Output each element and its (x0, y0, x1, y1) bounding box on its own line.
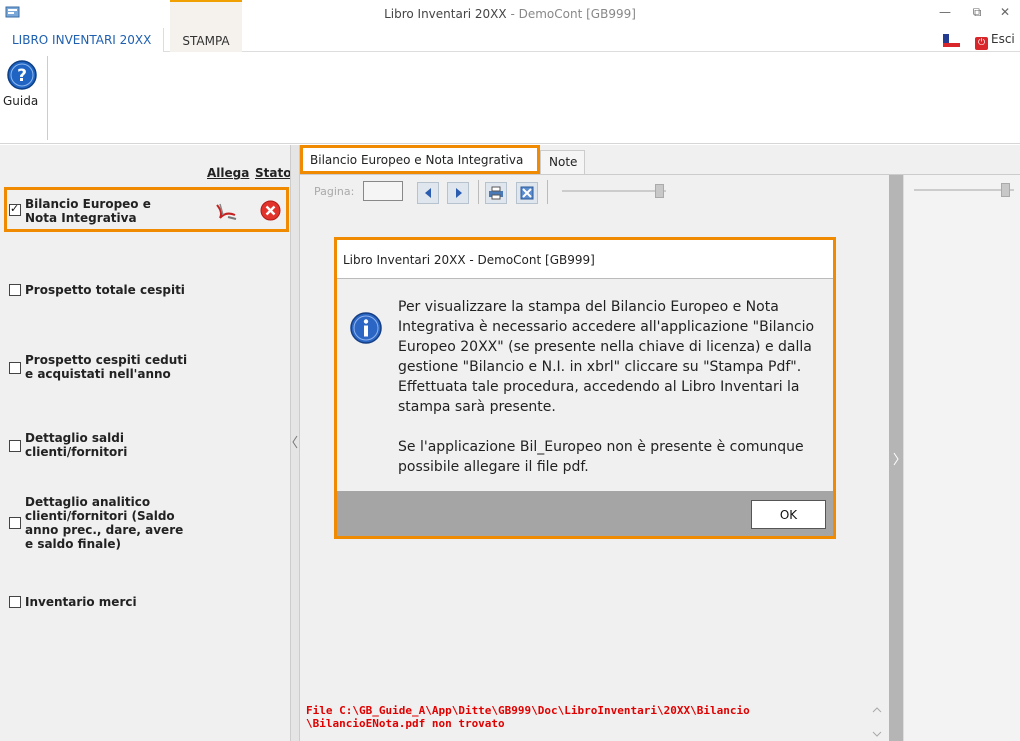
close-icon: ✕ (999, 5, 1011, 19)
error-message: File C:\GB_Guide_A\App\Ditte\GB999\Doc\L… (306, 704, 750, 730)
secondary-viewer (903, 175, 1020, 741)
tab-stampa[interactable]: STAMPA (170, 0, 242, 52)
ribbon-separator (47, 56, 48, 140)
close-button[interactable]: ✕ (990, 2, 1020, 22)
dialog-message: Per visualizzare la stampa del Bilancio … (398, 297, 818, 497)
power-icon: ⏻ (975, 37, 988, 50)
window-title-suffix: - DemoCont [GB999] (506, 7, 636, 21)
error-line: \BilancioENota.pdf non trovato (306, 717, 505, 730)
secondary-slider-track (914, 189, 1014, 191)
prev-page-button[interactable] (417, 182, 439, 204)
scroll-arrows-icon[interactable] (872, 705, 882, 739)
secondary-slider-handle[interactable] (1001, 183, 1010, 197)
page-number-input[interactable] (363, 181, 403, 201)
exit-button[interactable]: ⏻ Esci (975, 32, 1015, 50)
list-item-label: Dettaglio saldi (25, 431, 124, 445)
checkbox-dettaglio-analitico[interactable] (9, 517, 21, 529)
minimize-button[interactable]: — (930, 2, 960, 22)
dialog-body: Per visualizzare la stampa del Bilancio … (337, 279, 833, 491)
list-item-inventario-merci[interactable]: Inventario merci (25, 595, 137, 609)
tab-bilancio-europeo[interactable]: Bilancio Europeo e Nota Integrativa (300, 145, 540, 174)
dialog-message-paragraph: Per visualizzare la stampa del Bilancio … (398, 299, 815, 415)
list-item-label: e acquistati nell'anno (25, 367, 171, 381)
list-item-dettaglio-analitico[interactable]: Dettaglio analitico clienti/fornitori (S… (25, 495, 183, 551)
help-label: Guida (3, 94, 39, 108)
viewer-side-strip (889, 175, 903, 741)
info-icon (350, 312, 382, 344)
document-tabs: Bilancio Europeo e Nota Integrativa Note (300, 145, 1020, 175)
print-icon (489, 186, 503, 200)
ribbon-tabs: LIBRO INVENTARI 20XX STAMPA (0, 0, 1020, 52)
list-item-prospetto-totale[interactable]: Prospetto totale cespiti (25, 283, 185, 297)
checkbox-prospetto-ceduti[interactable] (9, 362, 21, 374)
pdf-attach-icon[interactable] (214, 201, 238, 221)
print-button[interactable] (485, 182, 507, 204)
list-item-label: Nota Integrativa (25, 211, 137, 225)
page-label: Pagina: (314, 185, 355, 198)
window-title: Libro Inventari 20XX - DemoCont [GB999] (0, 7, 1020, 21)
list-item-label: Prospetto totale cespiti (25, 283, 185, 297)
info-dialog: Libro Inventari 20XX - DemoCont [GB999] … (334, 237, 836, 539)
title-bar: Libro Inventari 20XX - DemoCont [GB999] … (0, 0, 1020, 28)
svg-text:?: ? (17, 66, 27, 86)
list-item-dettaglio-saldi[interactable]: Dettaglio saldi clienti/fornitori (25, 431, 127, 459)
next-page-button[interactable] (447, 182, 469, 204)
toolbar-separator (547, 180, 548, 204)
expand-arrow-icon[interactable] (893, 452, 899, 466)
column-header-stato[interactable]: Stato (255, 166, 291, 180)
panel-splitter[interactable] (290, 145, 300, 741)
error-line: File C:\GB_Guide_A\App\Ditte\GB999\Doc\L… (306, 704, 750, 717)
checkbox-prospetto-totale[interactable] (9, 284, 21, 296)
window-title-main: Libro Inventari 20XX (384, 7, 507, 21)
error-status-icon (260, 200, 281, 221)
restore-button[interactable]: ⧉ (962, 2, 992, 22)
checkbox-inventario-merci[interactable] (9, 596, 21, 608)
list-item-label: Prospetto cespiti ceduti (25, 353, 188, 367)
list-item-label: clienti/fornitori (Saldo (25, 509, 175, 523)
minimize-icon: — (939, 5, 951, 19)
flag-icon[interactable] (943, 34, 960, 47)
tab-note[interactable]: Note (540, 150, 585, 174)
exit-label: Esci (991, 32, 1015, 46)
next-page-icon (456, 188, 462, 198)
list-item-label: clienti/fornitori (25, 445, 128, 459)
dialog-footer: OK (337, 491, 833, 536)
dialog-title: Libro Inventari 20XX - DemoCont [GB999] (343, 253, 595, 267)
export-button[interactable] (516, 182, 538, 204)
list-item-label: Dettaglio analitico (25, 495, 151, 509)
column-header-allega[interactable]: Allega (207, 166, 249, 180)
ok-button[interactable]: OK (751, 500, 826, 529)
list-item-prospetto-ceduti[interactable]: Prospetto cespiti ceduti e acquistati ne… (25, 353, 187, 381)
list-item-label: e saldo finale) (25, 537, 121, 551)
list-item-label: anno prec., dare, avere (25, 523, 184, 537)
collapse-arrow-icon[interactable] (292, 435, 298, 449)
zoom-slider-handle[interactable] (655, 184, 664, 198)
toolbar-separator (478, 180, 479, 204)
prev-page-icon (425, 188, 431, 198)
list-item-label: Bilancio Europeo e (25, 197, 151, 211)
restore-icon: ⧉ (972, 5, 982, 19)
ribbon: ? Guida (0, 52, 1020, 144)
help-icon: ? (7, 60, 37, 90)
checkbox-bilancio-europeo[interactable] (9, 202, 21, 216)
dialog-message-paragraph: Se l'applicazione Bil_Europeo non è pres… (398, 439, 804, 475)
zoom-slider-track (562, 190, 666, 192)
list-item-label: Inventario merci (25, 595, 137, 609)
checkbox-dettaglio-saldi[interactable] (9, 440, 21, 452)
export-icon (520, 186, 534, 200)
document-list-panel: Allega Stato Bilancio Europeo e Nota Int… (0, 145, 291, 741)
list-item-bilancio-europeo[interactable]: Bilancio Europeo e Nota Integrativa (25, 197, 151, 225)
tab-libro-inventari[interactable]: LIBRO INVENTARI 20XX (0, 28, 165, 52)
